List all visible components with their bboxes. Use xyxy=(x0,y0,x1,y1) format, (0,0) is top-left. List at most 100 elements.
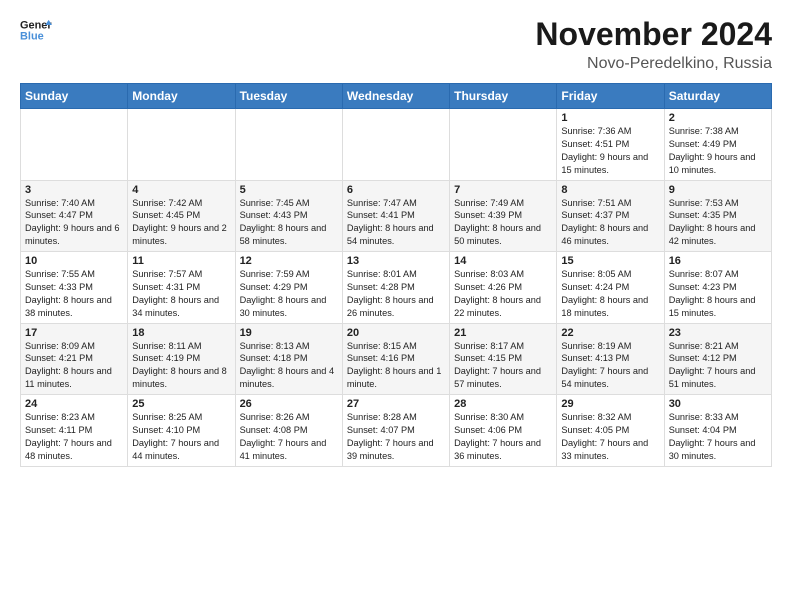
main-title: November 2024 xyxy=(535,16,772,53)
calendar-cell: 9Sunrise: 7:53 AM Sunset: 4:35 PM Daylig… xyxy=(664,180,771,252)
day-number: 16 xyxy=(669,255,767,267)
day-info: Sunrise: 7:59 AM Sunset: 4:29 PM Dayligh… xyxy=(240,268,338,320)
day-number: 3 xyxy=(25,184,123,196)
day-info: Sunrise: 7:49 AM Sunset: 4:39 PM Dayligh… xyxy=(454,197,552,249)
day-number: 13 xyxy=(347,255,445,267)
day-number: 20 xyxy=(347,327,445,339)
day-number: 6 xyxy=(347,184,445,196)
day-info: Sunrise: 8:05 AM Sunset: 4:24 PM Dayligh… xyxy=(561,268,659,320)
day-number: 29 xyxy=(561,398,659,410)
col-header-monday: Monday xyxy=(128,84,235,109)
day-info: Sunrise: 8:21 AM Sunset: 4:12 PM Dayligh… xyxy=(669,340,767,392)
day-info: Sunrise: 7:40 AM Sunset: 4:47 PM Dayligh… xyxy=(25,197,123,249)
week-row-3: 10Sunrise: 7:55 AM Sunset: 4:33 PM Dayli… xyxy=(21,252,772,324)
day-number: 25 xyxy=(132,398,230,410)
day-number: 9 xyxy=(669,184,767,196)
calendar-cell: 4Sunrise: 7:42 AM Sunset: 4:45 PM Daylig… xyxy=(128,180,235,252)
subtitle: Novo-Peredelkino, Russia xyxy=(535,55,772,73)
col-header-sunday: Sunday xyxy=(21,84,128,109)
day-info: Sunrise: 8:25 AM Sunset: 4:10 PM Dayligh… xyxy=(132,411,230,463)
day-number: 23 xyxy=(669,327,767,339)
week-row-4: 17Sunrise: 8:09 AM Sunset: 4:21 PM Dayli… xyxy=(21,323,772,395)
day-info: Sunrise: 7:45 AM Sunset: 4:43 PM Dayligh… xyxy=(240,197,338,249)
calendar-cell: 1Sunrise: 7:36 AM Sunset: 4:51 PM Daylig… xyxy=(557,109,664,181)
day-info: Sunrise: 8:26 AM Sunset: 4:08 PM Dayligh… xyxy=(240,411,338,463)
day-info: Sunrise: 8:11 AM Sunset: 4:19 PM Dayligh… xyxy=(132,340,230,392)
day-number: 21 xyxy=(454,327,552,339)
day-info: Sunrise: 7:47 AM Sunset: 4:41 PM Dayligh… xyxy=(347,197,445,249)
day-number: 5 xyxy=(240,184,338,196)
day-info: Sunrise: 8:32 AM Sunset: 4:05 PM Dayligh… xyxy=(561,411,659,463)
calendar-cell: 20Sunrise: 8:15 AM Sunset: 4:16 PM Dayli… xyxy=(342,323,449,395)
day-info: Sunrise: 8:28 AM Sunset: 4:07 PM Dayligh… xyxy=(347,411,445,463)
day-number: 14 xyxy=(454,255,552,267)
calendar-cell: 6Sunrise: 7:47 AM Sunset: 4:41 PM Daylig… xyxy=(342,180,449,252)
calendar-cell: 19Sunrise: 8:13 AM Sunset: 4:18 PM Dayli… xyxy=(235,323,342,395)
calendar-cell: 17Sunrise: 8:09 AM Sunset: 4:21 PM Dayli… xyxy=(21,323,128,395)
calendar-table: SundayMondayTuesdayWednesdayThursdayFrid… xyxy=(20,83,772,467)
title-block: November 2024 Novo-Peredelkino, Russia xyxy=(535,16,772,73)
day-info: Sunrise: 8:03 AM Sunset: 4:26 PM Dayligh… xyxy=(454,268,552,320)
col-header-saturday: Saturday xyxy=(664,84,771,109)
day-info: Sunrise: 8:01 AM Sunset: 4:28 PM Dayligh… xyxy=(347,268,445,320)
day-number: 10 xyxy=(25,255,123,267)
calendar-cell: 25Sunrise: 8:25 AM Sunset: 4:10 PM Dayli… xyxy=(128,395,235,467)
day-number: 28 xyxy=(454,398,552,410)
day-info: Sunrise: 8:13 AM Sunset: 4:18 PM Dayligh… xyxy=(240,340,338,392)
calendar-cell xyxy=(450,109,557,181)
day-info: Sunrise: 8:09 AM Sunset: 4:21 PM Dayligh… xyxy=(25,340,123,392)
calendar-cell xyxy=(235,109,342,181)
day-info: Sunrise: 8:33 AM Sunset: 4:04 PM Dayligh… xyxy=(669,411,767,463)
day-info: Sunrise: 7:36 AM Sunset: 4:51 PM Dayligh… xyxy=(561,125,659,177)
day-number: 24 xyxy=(25,398,123,410)
col-header-friday: Friday xyxy=(557,84,664,109)
day-number: 1 xyxy=(561,112,659,124)
day-number: 18 xyxy=(132,327,230,339)
day-number: 26 xyxy=(240,398,338,410)
calendar-cell: 2Sunrise: 7:38 AM Sunset: 4:49 PM Daylig… xyxy=(664,109,771,181)
day-info: Sunrise: 7:57 AM Sunset: 4:31 PM Dayligh… xyxy=(132,268,230,320)
day-number: 19 xyxy=(240,327,338,339)
day-number: 11 xyxy=(132,255,230,267)
week-row-2: 3Sunrise: 7:40 AM Sunset: 4:47 PM Daylig… xyxy=(21,180,772,252)
calendar-cell: 22Sunrise: 8:19 AM Sunset: 4:13 PM Dayli… xyxy=(557,323,664,395)
calendar-cell: 11Sunrise: 7:57 AM Sunset: 4:31 PM Dayli… xyxy=(128,252,235,324)
day-info: Sunrise: 8:19 AM Sunset: 4:13 PM Dayligh… xyxy=(561,340,659,392)
col-header-thursday: Thursday xyxy=(450,84,557,109)
col-header-tuesday: Tuesday xyxy=(235,84,342,109)
calendar-cell: 18Sunrise: 8:11 AM Sunset: 4:19 PM Dayli… xyxy=(128,323,235,395)
calendar-cell: 3Sunrise: 7:40 AM Sunset: 4:47 PM Daylig… xyxy=(21,180,128,252)
calendar-cell: 5Sunrise: 7:45 AM Sunset: 4:43 PM Daylig… xyxy=(235,180,342,252)
calendar-cell: 7Sunrise: 7:49 AM Sunset: 4:39 PM Daylig… xyxy=(450,180,557,252)
day-info: Sunrise: 7:55 AM Sunset: 4:33 PM Dayligh… xyxy=(25,268,123,320)
calendar-cell: 28Sunrise: 8:30 AM Sunset: 4:06 PM Dayli… xyxy=(450,395,557,467)
day-info: Sunrise: 7:51 AM Sunset: 4:37 PM Dayligh… xyxy=(561,197,659,249)
day-number: 2 xyxy=(669,112,767,124)
day-number: 27 xyxy=(347,398,445,410)
header: General Blue November 2024 Novo-Peredelk… xyxy=(20,16,772,73)
calendar-cell: 13Sunrise: 8:01 AM Sunset: 4:28 PM Dayli… xyxy=(342,252,449,324)
calendar-cell: 16Sunrise: 8:07 AM Sunset: 4:23 PM Dayli… xyxy=(664,252,771,324)
day-info: Sunrise: 7:38 AM Sunset: 4:49 PM Dayligh… xyxy=(669,125,767,177)
day-info: Sunrise: 8:17 AM Sunset: 4:15 PM Dayligh… xyxy=(454,340,552,392)
svg-text:Blue: Blue xyxy=(20,30,44,42)
day-number: 8 xyxy=(561,184,659,196)
day-info: Sunrise: 8:07 AM Sunset: 4:23 PM Dayligh… xyxy=(669,268,767,320)
calendar-cell: 21Sunrise: 8:17 AM Sunset: 4:15 PM Dayli… xyxy=(450,323,557,395)
logo: General Blue xyxy=(20,16,52,44)
calendar-cell: 10Sunrise: 7:55 AM Sunset: 4:33 PM Dayli… xyxy=(21,252,128,324)
page: General Blue November 2024 Novo-Peredelk… xyxy=(0,0,792,612)
calendar-cell: 8Sunrise: 7:51 AM Sunset: 4:37 PM Daylig… xyxy=(557,180,664,252)
day-number: 4 xyxy=(132,184,230,196)
day-info: Sunrise: 7:53 AM Sunset: 4:35 PM Dayligh… xyxy=(669,197,767,249)
day-info: Sunrise: 8:30 AM Sunset: 4:06 PM Dayligh… xyxy=(454,411,552,463)
day-number: 7 xyxy=(454,184,552,196)
calendar-cell: 23Sunrise: 8:21 AM Sunset: 4:12 PM Dayli… xyxy=(664,323,771,395)
day-info: Sunrise: 7:42 AM Sunset: 4:45 PM Dayligh… xyxy=(132,197,230,249)
day-number: 12 xyxy=(240,255,338,267)
day-number: 17 xyxy=(25,327,123,339)
calendar-cell: 30Sunrise: 8:33 AM Sunset: 4:04 PM Dayli… xyxy=(664,395,771,467)
day-info: Sunrise: 8:15 AM Sunset: 4:16 PM Dayligh… xyxy=(347,340,445,392)
calendar-cell: 26Sunrise: 8:26 AM Sunset: 4:08 PM Dayli… xyxy=(235,395,342,467)
day-info: Sunrise: 8:23 AM Sunset: 4:11 PM Dayligh… xyxy=(25,411,123,463)
